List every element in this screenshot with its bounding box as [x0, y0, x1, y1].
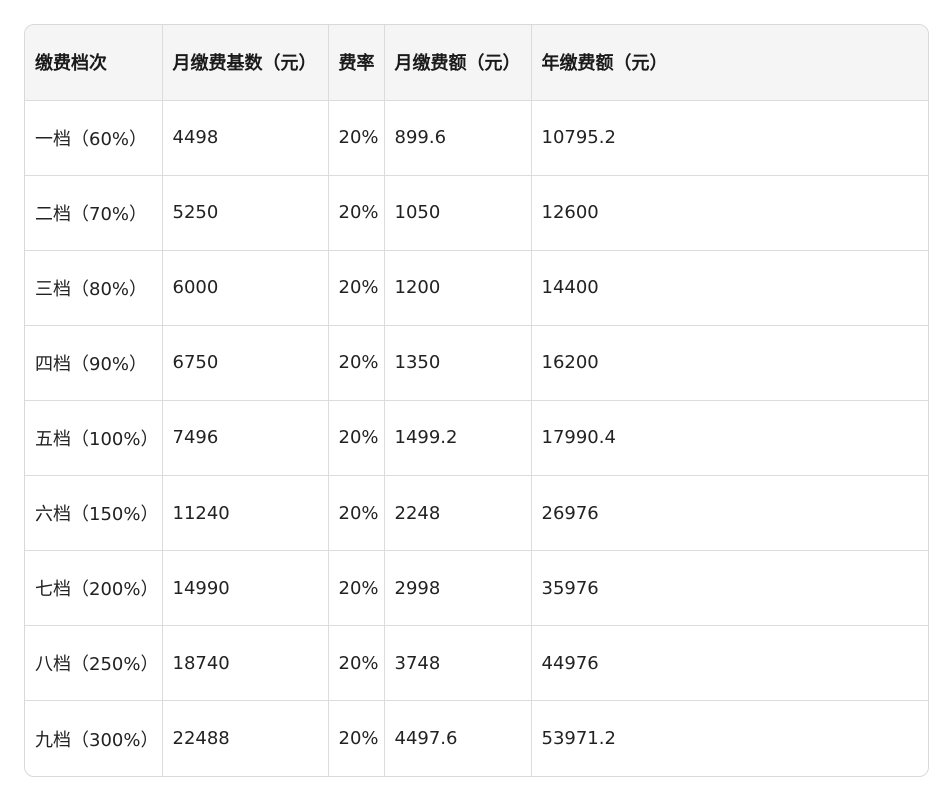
cell-monthly-amount: 899.6 — [384, 100, 532, 176]
cell-monthly-base: 4498 — [162, 100, 329, 176]
table-row: 七档（200%） 14990 20% 2998 35976 — [25, 550, 928, 627]
cell-annual-amount: 53971.2 — [541, 728, 616, 750]
cell-monthly-amount: 2248 — [384, 475, 532, 552]
table-row: 一档（60%） 4498 20% 899.6 10795.2 — [25, 100, 928, 176]
cell-monthly-base: 6000 — [162, 250, 329, 326]
cell-rate: 20% — [328, 625, 385, 702]
cell-grade: 二档（70%） — [25, 175, 163, 251]
cell-grade: 六档（150%） — [25, 475, 163, 552]
cell-monthly-amount: 1350 — [384, 325, 532, 401]
cell-annual-amount: 35976 — [531, 550, 928, 627]
header-grade: 缴费档次 — [25, 25, 163, 101]
cell-monthly-base: 18740 — [162, 625, 329, 702]
table-row: 六档（150%） 11240 20% 2248 26976 — [25, 475, 928, 552]
cell-rate: 20% — [328, 100, 385, 176]
table-row: 五档（100%） 7496 20% 1499.2 17990.4 — [25, 400, 928, 477]
cell-monthly-amount: 1200 — [384, 250, 532, 326]
table-row: 九档（300%） 22488 20% 4497.6 53971.2 — [25, 700, 928, 776]
cell-annual-amount: 17990.4 — [531, 400, 928, 477]
cell-grade: 五档（100%） — [25, 400, 163, 477]
contribution-table-container: 缴费档次 月缴费基数（元） 费率 月缴费额（元） 年缴费额（元） 一档（60%）… — [24, 24, 929, 777]
cell-monthly-amount: 1499.2 — [384, 400, 532, 477]
cell-annual-amount: 44976 — [531, 625, 928, 702]
cell-monthly-base: 6750 — [162, 325, 329, 401]
cell-grade: 一档（60%） — [25, 100, 163, 176]
cell-annual-amount: 10795.2 — [531, 100, 928, 176]
cell-grade: 九档（300%） — [25, 700, 163, 776]
cell-grade: 四档（90%） — [25, 325, 163, 401]
cell-monthly-base: 14990 — [162, 550, 329, 627]
header-monthly-amount: 月缴费额（元） — [384, 25, 532, 101]
cell-annual-amount: 16200 — [531, 325, 928, 401]
table-header-row: 缴费档次 月缴费基数（元） 费率 月缴费额（元） 年缴费额（元） — [25, 25, 928, 101]
cell-monthly-base: 7496 — [162, 400, 329, 477]
cell-monthly-amount: 2998 — [384, 550, 532, 627]
cell-rate: 20% — [328, 400, 385, 477]
table-row: 三档（80%） 6000 20% 1200 14400 — [25, 250, 928, 326]
header-monthly-base: 月缴费基数（元） — [162, 25, 329, 101]
cell-monthly-base: 22488 — [162, 700, 329, 776]
cell-rate: 20% — [328, 700, 385, 776]
cell-rate: 20% — [328, 325, 385, 401]
header-rate: 费率 — [328, 25, 385, 101]
cell-monthly-amount: 1050 — [384, 175, 532, 251]
table-row: 二档（70%） 5250 20% 1050 12600 — [25, 175, 928, 251]
table-row: 四档（90%） 6750 20% 1350 16200 — [25, 325, 928, 401]
cell-annual-amount: 26976 — [531, 475, 928, 552]
header-annual-amount: 年缴费额（元） — [531, 25, 928, 101]
cell-monthly-base: 11240 — [162, 475, 329, 552]
cell-grade: 三档（80%） — [25, 250, 163, 326]
cell-rate: 20% — [328, 250, 385, 326]
contribution-table: 缴费档次 月缴费基数（元） 费率 月缴费额（元） 年缴费额（元） 一档（60%）… — [25, 25, 928, 776]
table-row: 八档（250%） 18740 20% 3748 44976 — [25, 625, 928, 702]
cell-rate: 20% — [328, 550, 385, 627]
cell-monthly-amount: 4497.6 — [384, 700, 532, 776]
cell-monthly-amount: 3748 — [384, 625, 532, 702]
cell-annual-amount: 12600 — [531, 175, 928, 251]
cell-rate: 20% — [328, 175, 385, 251]
cell-monthly-base: 5250 — [162, 175, 329, 251]
cell-annual-amount: 14400 — [531, 250, 928, 326]
cell-grade: 八档（250%） — [25, 625, 163, 702]
cell-rate: 20% — [328, 475, 385, 552]
cell-grade: 七档（200%） — [25, 550, 163, 627]
